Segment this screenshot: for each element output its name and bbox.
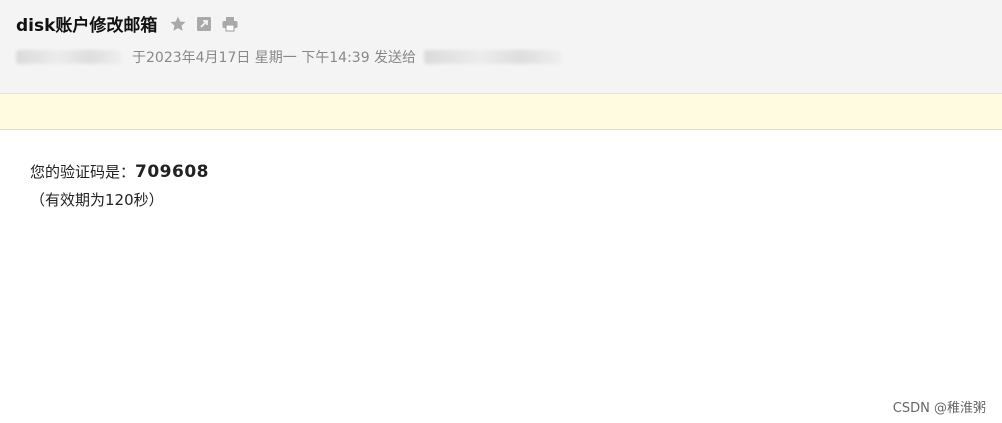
header-actions: [169, 15, 239, 33]
verification-code: 709608: [135, 162, 209, 182]
recipient-redacted: [424, 50, 563, 64]
notice-bar: [0, 94, 1002, 130]
meta-row: 于2023年4月17日 星期一 下午14:39 发送给: [16, 47, 563, 67]
validity-line: （有效期为120秒）: [30, 191, 164, 209]
print-icon[interactable]: [221, 15, 239, 33]
code-line: 您的验证码是：709608: [30, 158, 209, 186]
subject-row: disk账户修改邮箱: [16, 11, 239, 36]
mail-header: disk账户修改邮箱 于2023年4月17日 星期一 下午14:39 发送给: [0, 0, 1002, 94]
sent-info: 于2023年4月17日 星期一 下午14:39 发送给: [132, 50, 417, 66]
open-external-icon[interactable]: [195, 15, 213, 33]
email-subject: disk账户修改邮箱: [16, 16, 158, 36]
sender-redacted: [16, 50, 122, 64]
watermark: CSDN @稚淮粥: [892, 401, 986, 416]
star-icon[interactable]: [169, 15, 187, 33]
email-body: 您的验证码是：709608 （有效期为120秒）: [30, 158, 209, 214]
code-label: 您的验证码是：: [30, 163, 136, 181]
